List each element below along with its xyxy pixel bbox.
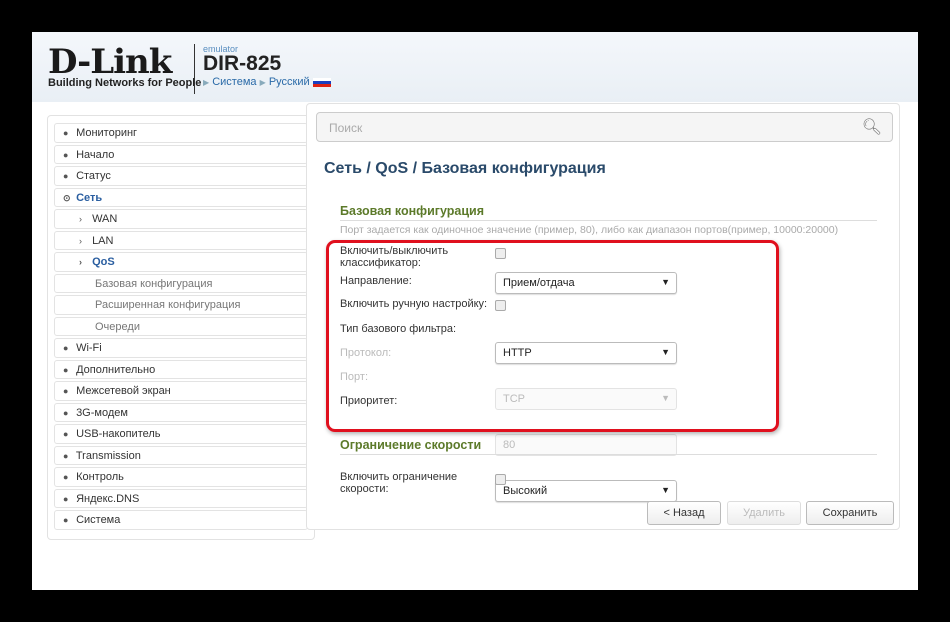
- sidebar-item[interactable]: › WAN: [54, 209, 308, 229]
- sidebar-item[interactable]: ● Контроль: [54, 467, 308, 487]
- sidebar-item[interactable]: ● Дополнительно: [54, 359, 308, 379]
- sidebar: ● Мониторинг ● Начало ● Статус ⊙ Сеть › WAN ›…: [47, 115, 315, 540]
- back-button[interactable]: < Назад: [647, 501, 721, 525]
- chevron-right-icon: ›: [79, 235, 82, 246]
- sidebar-item[interactable]: Расширенная конфигурация: [54, 295, 308, 315]
- divider: [194, 44, 195, 94]
- port-hint: Порт задается как одиночное значение (пр…: [340, 224, 839, 236]
- arrow-icon: ▶: [203, 78, 210, 87]
- sidebar-item-label: Дополнительно: [76, 363, 156, 376]
- sidebar-item[interactable]: Базовая конфигурация: [54, 273, 308, 293]
- highlight-frame: [326, 240, 779, 432]
- save-button[interactable]: Сохранить: [806, 501, 894, 525]
- bullet-icon: ●: [63, 472, 69, 482]
- chevron-right-icon: ›: [79, 214, 82, 224]
- sidebar-item-label: LAN: [92, 234, 114, 247]
- arrow-icon: ▶: [259, 78, 266, 87]
- sidebar-item[interactable]: ⊙ Сеть: [54, 187, 308, 207]
- sidebar-item[interactable]: ● Статус: [54, 166, 308, 186]
- bullet-icon: ●: [63, 343, 69, 353]
- priority-select[interactable]: Высокий ▼: [495, 480, 677, 502]
- sidebar-item[interactable]: ● 3G-модем: [54, 402, 308, 422]
- bullet-icon: ●: [63, 429, 69, 439]
- russian-flag-icon[interactable]: [312, 77, 331, 87]
- sidebar-item-label: Статус: [76, 170, 111, 182]
- sidebar-item[interactable]: ● Wi-Fi: [54, 338, 308, 358]
- sidebar-item-label: USB-накопитель: [76, 428, 161, 440]
- sidebar-item-label: Wi-Fi: [76, 342, 102, 354]
- priority-value: Высокий: [503, 485, 548, 497]
- sidebar-item-label: 3G-модем: [76, 406, 128, 419]
- language-link[interactable]: Русский: [269, 76, 310, 88]
- delete-button[interactable]: Удалить: [727, 501, 801, 525]
- tagline: Building Networks for People: [48, 77, 202, 89]
- sidebar-item-label: Начало: [76, 148, 115, 161]
- dlink-logo: D-Link: [48, 42, 172, 82]
- sidebar-item[interactable]: ● Transmission: [54, 445, 308, 465]
- bullet-icon: ●: [63, 386, 69, 396]
- sidebar-item[interactable]: ● Начало: [54, 144, 308, 164]
- sidebar-item-label: Мониторинг: [76, 127, 138, 139]
- sidebar-item-label: WAN: [92, 213, 118, 225]
- bullet-icon: ●: [63, 128, 69, 138]
- sidebar-item-label: Базовая конфигурация: [95, 277, 213, 290]
- system-link[interactable]: Система: [212, 76, 256, 88]
- sidebar-item-label: Межсетевой экран: [76, 385, 171, 397]
- search-placeholder: Поиск: [329, 121, 363, 135]
- bullet-icon: ●: [63, 450, 69, 461]
- main-panel: Поиск 🔍︎ Сеть / QoS / Базовая конфигураци…: [306, 103, 900, 530]
- section-basic-config: Базовая конфигурация: [340, 204, 877, 221]
- section-speed-limit: Ограничение скорости: [340, 438, 877, 455]
- bullet-icon: ●: [63, 171, 69, 181]
- speed-limit-checkbox[interactable]: [495, 474, 506, 485]
- search-input[interactable]: Поиск 🔍︎: [316, 112, 893, 142]
- expanded-icon: ⊙: [63, 192, 71, 203]
- sidebar-item-label: Сеть: [76, 191, 103, 204]
- bullet-icon: ●: [63, 364, 69, 375]
- sidebar-item-label: Контроль: [76, 471, 124, 483]
- bullet-icon: ●: [63, 515, 69, 525]
- sidebar-item-label: Transmission: [75, 449, 141, 462]
- sidebar-item[interactable]: ● Яндекс.DNS: [54, 488, 308, 508]
- sidebar-item-label: Расширенная конфигурация: [95, 299, 241, 311]
- sidebar-item[interactable]: ● Мониторинг: [54, 123, 308, 143]
- search-icon[interactable]: 🔍︎: [862, 117, 882, 137]
- speed-limit-label: Включить ограничение скорости:: [340, 471, 458, 495]
- bullet-icon: ●: [63, 149, 69, 160]
- sidebar-item-label: Яндекс.DNS: [76, 492, 140, 505]
- model-name: DIR-825: [203, 52, 282, 75]
- bullet-icon: ●: [63, 407, 69, 418]
- header: D-Link Building Networks for People emul…: [32, 32, 918, 102]
- sidebar-item[interactable]: Очереди: [54, 316, 308, 336]
- breadcrumb: ▶ Система ▶ Русский: [203, 76, 331, 88]
- sidebar-item-label: QoS: [92, 256, 115, 268]
- sidebar-item-label: Система: [76, 514, 121, 526]
- sidebar-item[interactable]: › LAN: [54, 230, 308, 250]
- sidebar-item[interactable]: ● Система: [54, 510, 308, 530]
- sidebar-item-label: Очереди: [95, 320, 140, 333]
- sidebar-item[interactable]: ● Межсетевой экран: [54, 381, 308, 401]
- chevron-down-icon: ▼: [661, 485, 670, 495]
- bullet-icon: ●: [63, 493, 69, 504]
- page: D-Link Building Networks for People emul…: [32, 32, 918, 590]
- sidebar-item[interactable]: › QoS: [54, 252, 308, 272]
- sidebar-item[interactable]: ● USB-накопитель: [54, 424, 308, 444]
- page-title: Сеть / QoS / Базовая конфигурация: [324, 160, 606, 177]
- chevron-right-icon: ›: [79, 257, 82, 267]
